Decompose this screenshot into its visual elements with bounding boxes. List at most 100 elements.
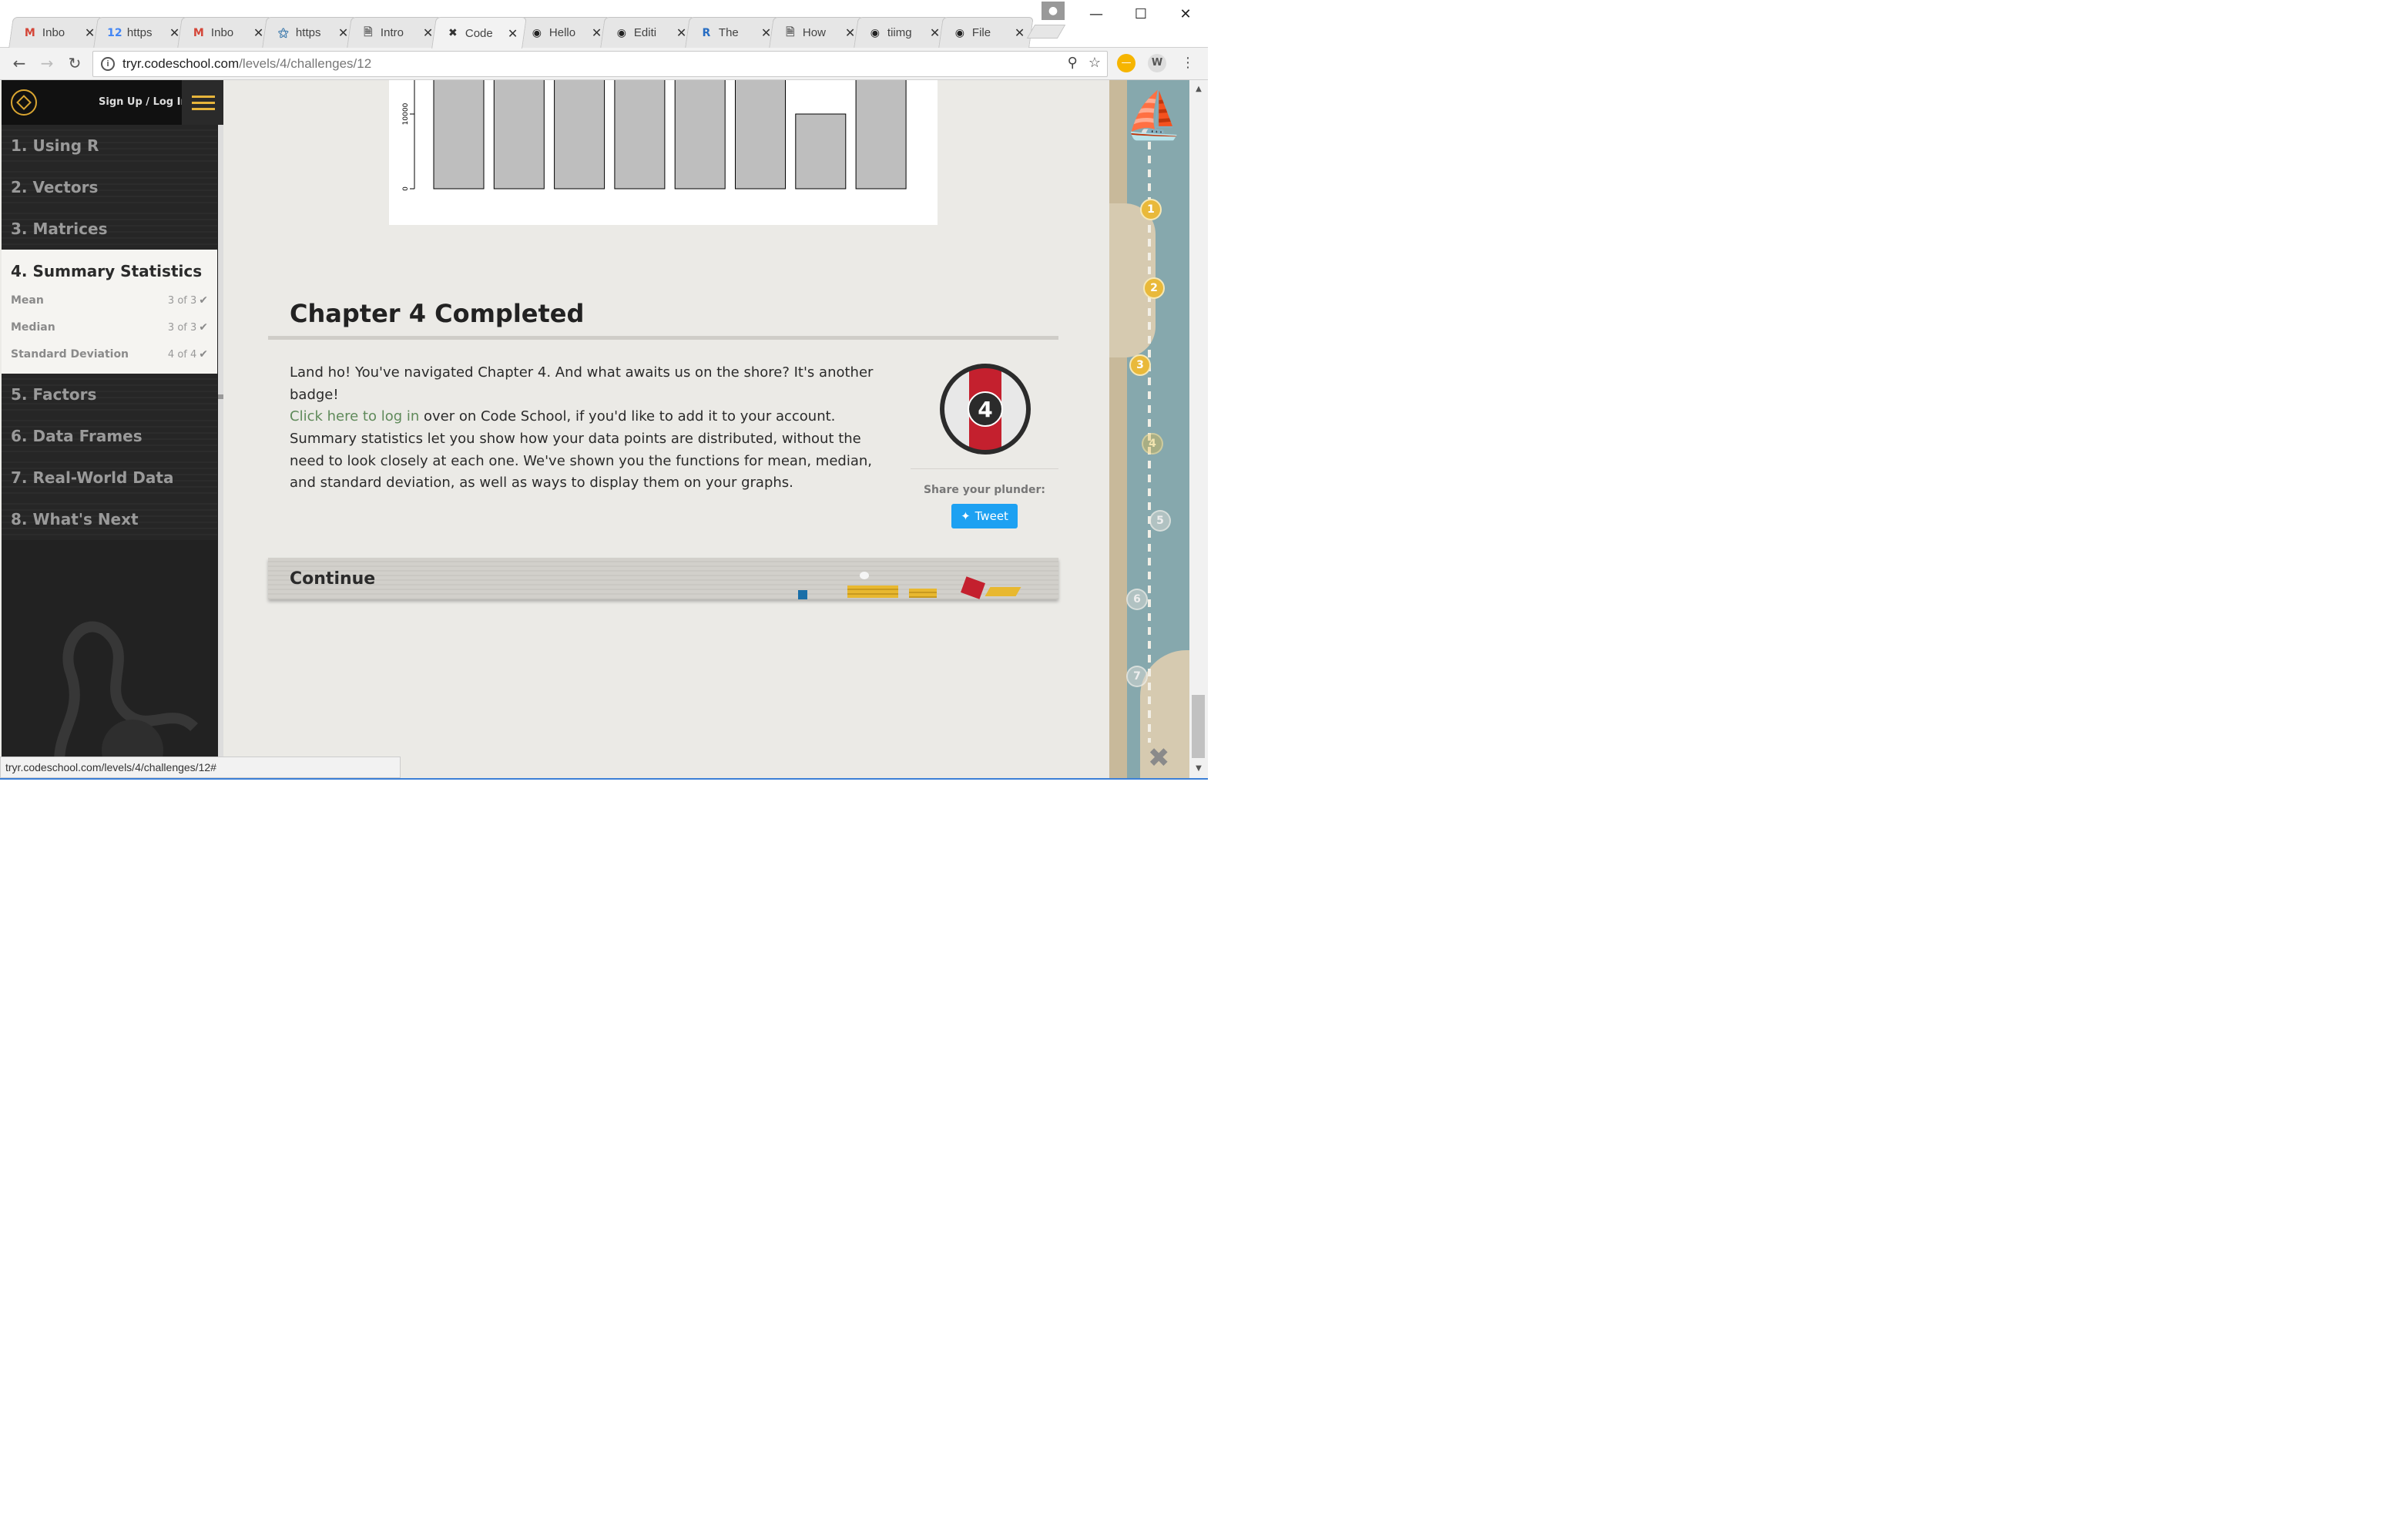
chapter-6[interactable]: 6. Data Frames (2, 415, 217, 457)
site-info-icon[interactable]: i (101, 57, 115, 71)
browser-tab[interactable]: M Inbo ✕ (8, 17, 104, 48)
chapter-7[interactable]: 7. Real-World Data (2, 457, 217, 498)
browser-tab[interactable]: ◉ tiimg ✕ (854, 17, 949, 48)
intro-paragraph: Land ho! You've navigated Chapter 4. And… (290, 362, 891, 428)
close-tab-icon[interactable]: ✕ (592, 25, 602, 40)
chapter-2[interactable]: 2. Vectors (2, 166, 217, 208)
pearl-icon (860, 572, 869, 579)
subitem-label: Median (11, 320, 55, 334)
waypoint-5[interactable]: 5 (1149, 510, 1171, 532)
subitem-mean[interactable]: Mean 3 of 3 ✔ (11, 287, 208, 314)
browser-tab[interactable]: 🗎 How ✕ (769, 17, 865, 48)
waypoint-7[interactable]: 7 (1126, 666, 1148, 687)
treasure-x-icon: ✖ (1148, 743, 1170, 773)
badge-octopus-icon: 4 (944, 368, 1026, 450)
close-window-icon[interactable]: ✕ (1163, 0, 1208, 28)
python-icon: ⚝ (278, 26, 289, 39)
gold-bars-icon (909, 589, 937, 598)
subitem-standard-deviation[interactable]: Standard Deviation 4 of 4 ✔ (11, 341, 208, 367)
chapter-list: 1. Using R 2. Vectors 3. Matrices 4. Sum… (2, 125, 217, 540)
subitem-count: 3 of 3 (167, 294, 197, 307)
continue-label: Continue (290, 569, 376, 589)
close-tab-icon[interactable]: ✕ (507, 26, 517, 41)
checkmark-icon: ✔ (199, 347, 208, 361)
close-tab-icon[interactable]: ✕ (845, 25, 855, 40)
close-tab-icon[interactable]: ✕ (676, 25, 686, 40)
gmail-icon: M (24, 26, 35, 39)
chapter-4-active[interactable]: 4. Summary Statistics Mean 3 of 3 ✔ Median… (2, 250, 217, 374)
bar (614, 80, 666, 190)
address-bar[interactable]: i tryr.codeschool.com/levels/4/challenge… (92, 51, 1108, 77)
close-tab-icon[interactable]: ✕ (760, 25, 770, 40)
close-tab-icon[interactable]: ✕ (930, 25, 940, 40)
intro-rest-text: over on Code School, if you'd like to ad… (419, 408, 836, 424)
scroll-down-icon[interactable]: ▼ (1189, 764, 1208, 773)
waypoint-2[interactable]: 2 (1143, 277, 1165, 299)
browser-tab[interactable]: 12 https ✕ (92, 17, 189, 48)
back-icon[interactable]: ← (9, 54, 29, 72)
chapter-8[interactable]: 8. What's Next (2, 498, 217, 540)
maximize-icon[interactable]: ☐ (1119, 0, 1163, 28)
browser-tab[interactable]: ◉ Hello ✕ (515, 17, 611, 48)
waypoint-4[interactable]: 4 (1142, 433, 1163, 455)
github-icon: ◉ (616, 26, 626, 39)
bar (674, 80, 726, 190)
close-tab-icon[interactable]: ✕ (253, 25, 263, 40)
browser-tab[interactable]: ◉ Editi ✕ (600, 17, 696, 48)
browser-tab[interactable]: ◉ File ✕ (938, 17, 1034, 48)
minimize-icon[interactable]: — (1074, 0, 1119, 28)
browser-tab[interactable]: ✖ Code ✕ (431, 17, 527, 49)
scroll-up-icon[interactable]: ▲ (1189, 85, 1208, 93)
profile-icon[interactable]: ● (1042, 2, 1065, 20)
browser-tab[interactable]: R The ✕ (684, 17, 780, 48)
new-tab-button[interactable] (1026, 25, 1066, 39)
bar (735, 80, 786, 190)
hamburger-menu-icon[interactable] (182, 80, 225, 125)
continue-button[interactable]: Continue (268, 558, 1058, 599)
scroll-thumb[interactable] (1192, 695, 1205, 758)
close-tab-icon[interactable]: ✕ (1014, 25, 1024, 40)
extension-minus-icon[interactable]: — (1117, 54, 1135, 72)
browser-tab[interactable]: ⚝ https ✕ (262, 17, 357, 48)
github-icon: ◉ (870, 26, 881, 39)
chapter-5[interactable]: 5. Factors (2, 374, 217, 415)
waypoint-6[interactable]: 6 (1126, 589, 1148, 610)
checkmark-icon: ✔ (199, 294, 208, 307)
subitem-median[interactable]: Median 3 of 3 ✔ (11, 314, 208, 341)
intro-text: Land ho! You've navigated Chapter 4. And… (290, 364, 874, 403)
codeschool-logo-icon[interactable] (11, 89, 37, 116)
sidebar-header: Sign Up / Log In (2, 80, 225, 125)
menu-kebab-icon[interactable]: ⋮ (1179, 54, 1197, 72)
waypoint-3[interactable]: 3 (1129, 354, 1151, 376)
tweet-button[interactable]: ✦ Tweet (951, 504, 1018, 528)
github-icon: ◉ (954, 26, 964, 39)
close-tab-icon[interactable]: ✕ (338, 25, 348, 40)
chapter-4-title[interactable]: 4. Summary Statistics (11, 262, 208, 280)
status-bar-url: tryr.codeschool.com/levels/4/challenges/… (0, 757, 401, 778)
subitem-label: Mean (11, 294, 44, 307)
forward-icon[interactable]: → (37, 54, 57, 72)
tab-title: Hello (549, 26, 576, 39)
url-path: /levels/4/challenges/12 (239, 56, 372, 71)
chapter-3[interactable]: 3. Matrices (2, 208, 217, 250)
close-tab-icon[interactable]: ✕ (169, 25, 179, 40)
login-link[interactable]: Click here to log in (290, 408, 419, 424)
extension-w-icon[interactable]: W (1148, 54, 1166, 72)
tweet-label: Tweet (974, 509, 1008, 523)
page-scrollbar[interactable]: ▲ ▼ (1189, 80, 1208, 780)
zoom-icon[interactable]: ⚲ (1068, 55, 1078, 71)
tab-title: Code (465, 26, 493, 40)
signup-login-link[interactable]: Sign Up / Log In (99, 96, 188, 108)
reload-icon[interactable]: ↻ (65, 54, 85, 72)
bar (855, 80, 907, 190)
waypoint-1[interactable]: 1 (1140, 199, 1162, 220)
browser-toolbar: ← → ↻ i tryr.codeschool.com/levels/4/cha… (0, 48, 1208, 80)
bookmark-star-icon[interactable]: ☆ (1089, 55, 1101, 71)
browser-tab[interactable]: 🗎 Intro ✕ (346, 17, 442, 48)
calendar-icon: 12 (106, 26, 122, 39)
close-tab-icon[interactable]: ✕ (422, 25, 432, 40)
browser-tab[interactable]: M Inbo ✕ (177, 17, 273, 48)
chapter-1[interactable]: 1. Using R (2, 125, 217, 166)
close-tab-icon[interactable]: ✕ (85, 25, 95, 40)
y-tick-label: 0 (402, 186, 410, 191)
